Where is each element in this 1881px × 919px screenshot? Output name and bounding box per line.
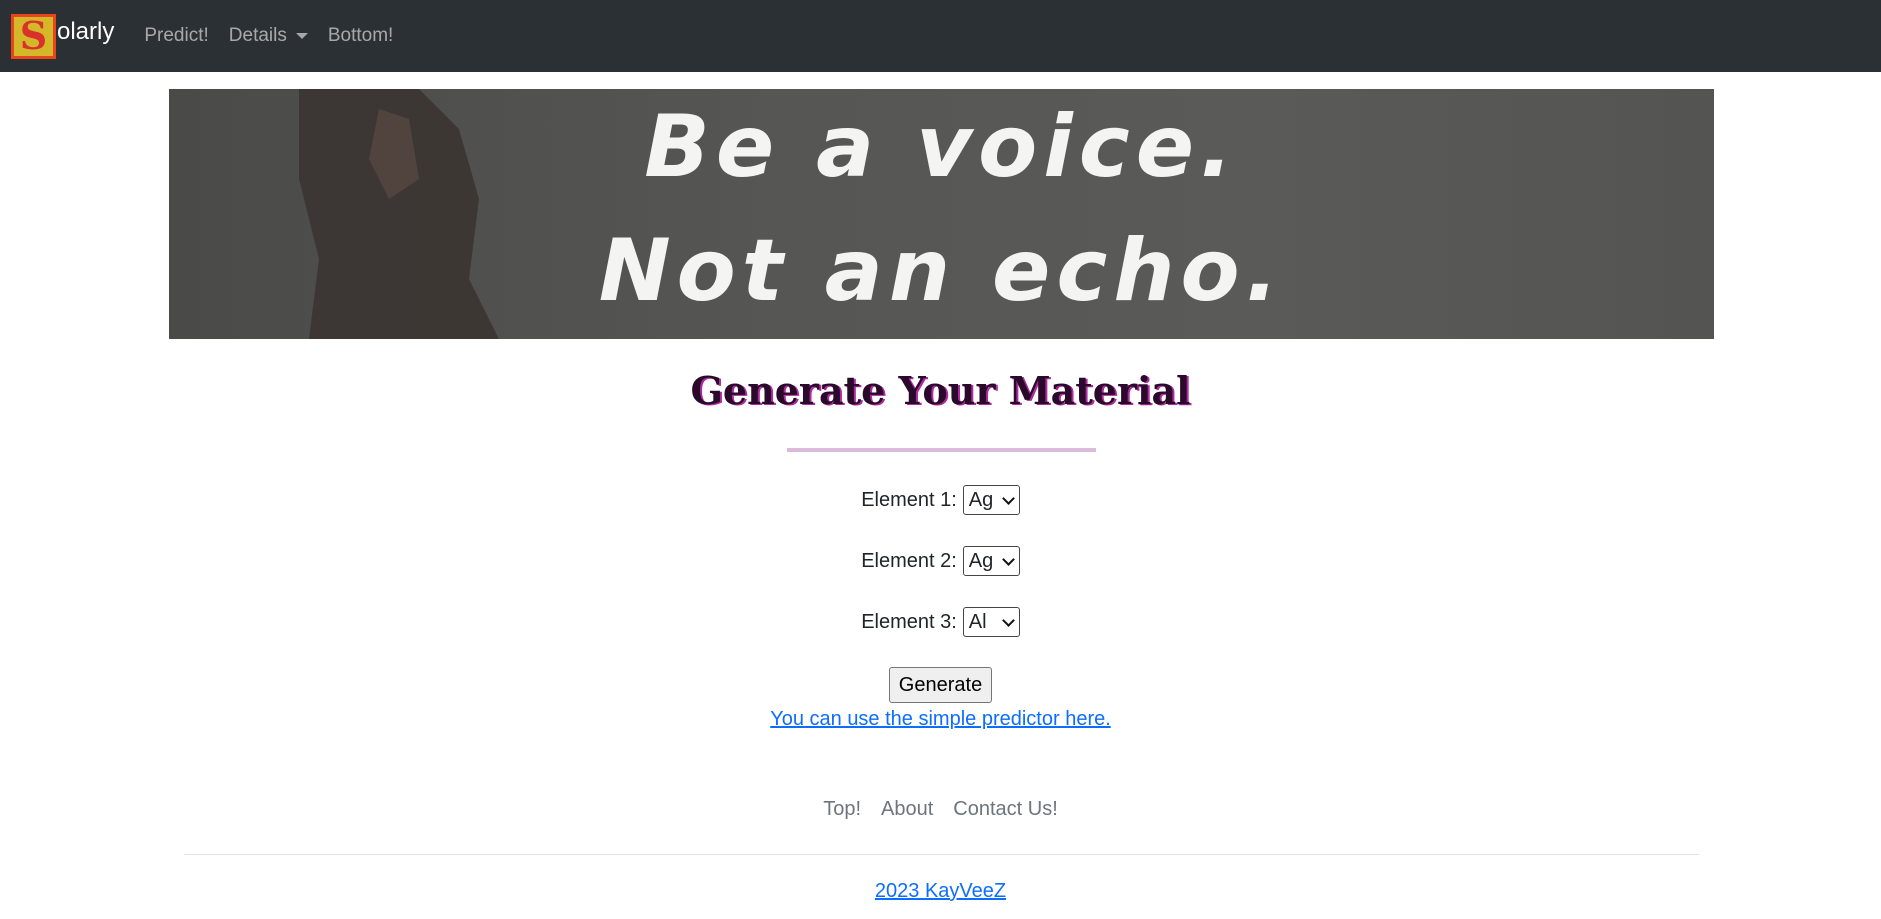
element-3-select[interactable]: Al [962,607,1020,637]
nav-dropdown-details[interactable]: Details [229,25,308,47]
footer-divider [184,854,1699,855]
generate-row: Generate [0,667,1881,703]
predictor-link-row: You can use the simple predictor here. [0,708,1881,731]
caret-down-icon [295,33,308,39]
brand-text: olarly [57,18,115,45]
footer-copyright: 2023 KayVeeZ [0,880,1881,903]
element-3-row: Element 3: Al [0,607,1881,637]
footer-link-about[interactable]: About [881,798,933,821]
chevron-down-icon [1001,491,1015,505]
footer-nav: Top! About Contact Us! [0,798,1881,821]
banner-quote-line-1: Be a voice. [644,97,1239,197]
copyright-link[interactable]: 2023 KayVeeZ [875,880,1006,902]
simple-predictor-link[interactable]: You can use the simple predictor here. [770,708,1111,730]
element-2-row: Element 2: Ag [0,546,1881,576]
element-2-select[interactable]: Ag [962,546,1020,576]
element-3-label: Element 3: [861,610,957,633]
element-1-select[interactable]: Ag [962,485,1020,515]
chevron-down-icon [1001,613,1015,627]
title-divider [787,448,1096,452]
element-1-row: Element 1: Ag [0,485,1881,515]
element-1-value: Ag [968,488,994,511]
page-title: Generate Your Material [690,368,1191,413]
footer-link-top[interactable]: Top! [823,798,861,821]
logo-icon: S [11,13,56,59]
nav-link-bottom[interactable]: Bottom! [328,25,393,47]
element-2-label: Element 2: [861,549,957,572]
nav-link-predict[interactable]: Predict! [144,25,208,47]
element-2-value: Ag [968,549,994,572]
nav-dropdown-details-label: Details [228,25,287,46]
banner-quote-line-2: Not an echo. [598,221,1285,321]
chevron-down-icon [1001,552,1015,566]
generate-button[interactable]: Generate [888,667,993,703]
brand-link[interactable]: S olarly [11,13,115,59]
top-navbar: S olarly Predict! Details Bottom! [0,0,1881,72]
hero-banner-image: Be a voice. Not an echo. [169,89,1714,339]
element-3-value: Al [968,610,987,633]
nav-links: Predict! Details Bottom! [144,25,413,47]
element-1-label: Element 1: [861,488,957,511]
footer-link-contact[interactable]: Contact Us! [953,798,1057,821]
